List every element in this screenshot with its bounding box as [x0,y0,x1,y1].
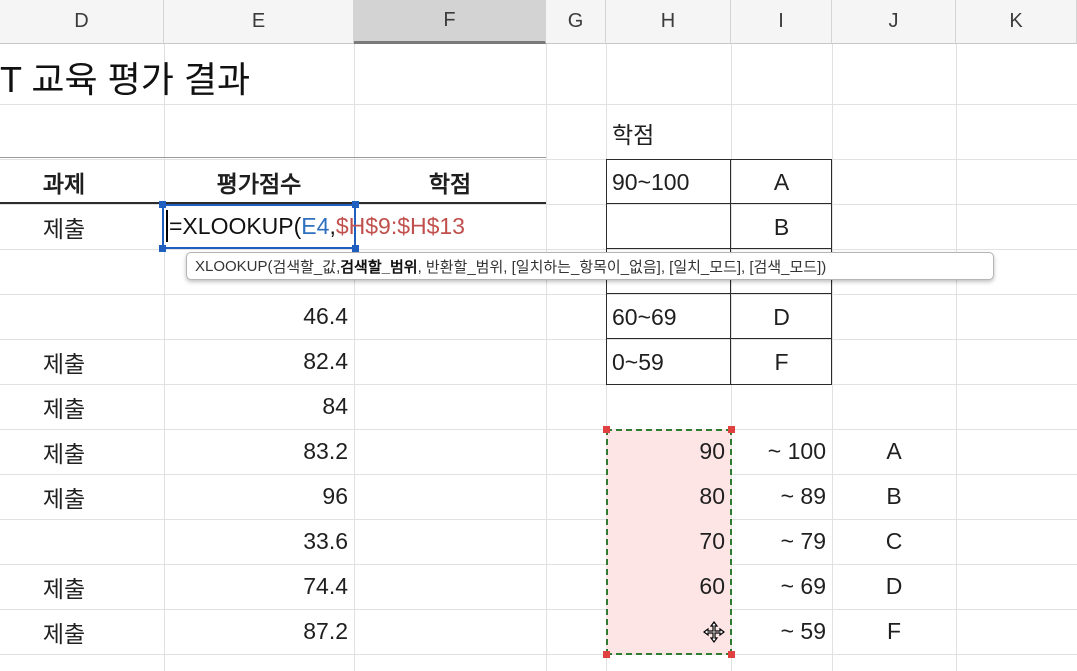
grade-table-title[interactable]: 학점 [606,110,731,155]
assignment-cell[interactable]: 제출 [0,429,128,474]
assignment-cell[interactable]: 제출 [0,204,128,249]
column-label-j: J [888,10,899,32]
grade-letter-cell[interactable]: F [731,340,832,385]
gridline [546,44,547,671]
lookup-grade-cell[interactable]: B [832,474,956,519]
assignment-cell[interactable] [0,519,128,564]
score-cell[interactable]: 46.4 [164,294,354,339]
score-cell[interactable]: 87.2 [164,609,354,654]
formula-ref-lookup-value: E4 [301,213,330,239]
column-header-d[interactable]: D [0,0,164,44]
column-header-h[interactable]: H [606,0,731,44]
header-score[interactable]: 평가점수 [164,159,354,204]
tooltip-arg-lookup-value[interactable]: 검색할_값, [273,256,341,277]
lookup-grade-cell[interactable]: D [832,564,956,609]
lookup-upper-cell[interactable]: ~ 69 [731,564,832,609]
gridline [0,339,1077,340]
column-header-j[interactable]: J [832,0,956,44]
lookup-grade-cell[interactable]: C [832,519,956,564]
column-header-i[interactable]: I [731,0,832,44]
grade-range-cell[interactable]: 90~100 [606,160,731,205]
grade-letter-cell[interactable]: A [731,160,832,205]
formula-edit-box[interactable]: =XLOOKUP(E4, $H$9:$H$13 [164,204,546,249]
formula-prefix: =XLOOKUP( [169,213,302,239]
assignment-cell[interactable] [0,294,128,339]
column-label-e: E [251,10,266,32]
tooltip-arg-lookup-array[interactable]: 검색할_범위 [340,256,417,277]
score-cell[interactable]: 33.6 [164,519,354,564]
grade-letter-cell[interactable]: D [731,295,832,340]
lookup-upper-cell[interactable]: ~ 100 [731,429,832,474]
score-cell[interactable]: 82.4 [164,339,354,384]
move-cursor-icon [703,621,725,643]
column-header-k[interactable]: K [956,0,1077,44]
grade-table-rowline [606,293,832,294]
column-label-f: F [443,9,456,31]
tooltip-function-name[interactable]: XLOOKUP( [195,258,273,275]
gridline [0,384,1077,385]
assignment-cell[interactable]: 제출 [0,474,128,519]
grade-range-cell[interactable]: 60~69 [606,295,731,340]
gridline [0,294,1077,295]
column-label-d: D [74,10,89,32]
lookup-upper-cell[interactable]: ~ 79 [731,519,832,564]
lookup-upper-cell[interactable]: ~ 59 [731,609,832,654]
lookup-upper-cell[interactable]: ~ 89 [731,474,832,519]
text-cursor [166,210,168,242]
assignment-cell[interactable]: 제출 [0,609,128,654]
column-label-i: I [778,10,784,32]
grade-range-cell[interactable]: 0~59 [606,340,731,385]
column-label-k: K [1009,10,1023,32]
grade-letter-cell[interactable]: B [731,205,832,250]
lookup-grade-cell[interactable]: F [832,609,956,654]
lookup-grade-cell[interactable]: A [832,429,956,474]
score-cell[interactable]: 96 [164,474,354,519]
header-grade[interactable]: 학점 [354,159,546,204]
column-header-f[interactable]: F [354,0,546,44]
column-header-e[interactable]: E [164,0,354,44]
gridline [956,44,957,671]
gridline [0,654,1077,655]
gridline [0,104,1077,105]
tooltip-remaining-args: , 반환할_범위, [일치하는_항목이_없음], [일치_모드], [검색_모드… [417,258,827,276]
gridline [354,44,355,671]
range-handle[interactable] [603,426,610,433]
assignment-cell[interactable] [0,249,128,294]
assignment-cell[interactable]: 제출 [0,384,128,429]
score-cell[interactable]: 83.2 [164,429,354,474]
column-header-g[interactable]: G [546,0,606,44]
score-cell[interactable]: 74.4 [164,564,354,609]
score-cell[interactable]: 84 [164,384,354,429]
column-label-g: G [567,10,584,32]
formula-ref-lookup-range: $H$9:$H$13 [335,213,465,239]
assignment-cell[interactable]: 제출 [0,339,128,384]
column-label-h: H [660,10,676,32]
assignment-cell[interactable]: 제출 [0,564,128,609]
function-args-tooltip[interactable]: XLOOKUP(검색할_값, 검색할_범위, 반환할_범위, [일치하는_항목이… [186,252,994,280]
sheet-title[interactable]: T 교육 평가 결과 [0,50,250,104]
range-handle[interactable] [603,651,610,658]
header-assignment[interactable]: 과제 [0,159,128,204]
